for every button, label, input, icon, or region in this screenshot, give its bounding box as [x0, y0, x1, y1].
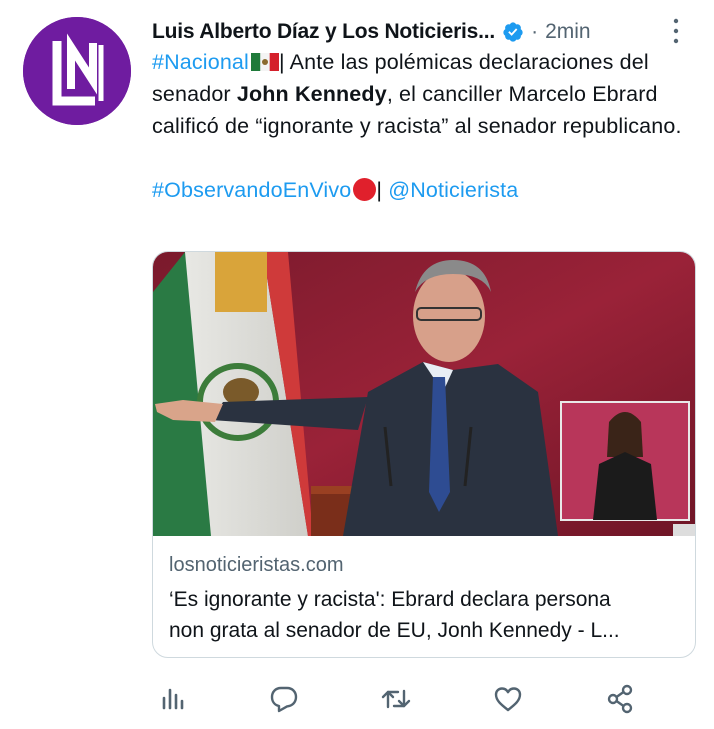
reply-button[interactable]	[264, 679, 304, 719]
red-circle-icon	[353, 178, 377, 201]
retweet-button[interactable]	[376, 679, 416, 719]
share-button[interactable]	[600, 679, 640, 719]
link-card[interactable]: losnoticieristas.com ‘Es ignorante y rac…	[152, 251, 696, 658]
tweet-time[interactable]: 2min	[545, 20, 591, 44]
tweet-header: Luis Alberto Díaz y Los Noticieris... · …	[152, 14, 694, 50]
tweet-pipe: |	[376, 178, 389, 202]
reply-icon	[270, 686, 298, 713]
views-button[interactable]	[152, 679, 192, 719]
like-icon	[494, 687, 522, 712]
like-button[interactable]	[488, 679, 528, 719]
tweet-actions	[152, 679, 694, 719]
verified-badge-icon	[503, 22, 523, 42]
mexico-flag-icon	[250, 53, 279, 71]
share-icon	[607, 684, 633, 714]
card-image	[153, 252, 695, 536]
more-options-icon[interactable]	[664, 16, 688, 46]
card-domain: losnoticieristas.com	[169, 554, 344, 576]
card-title: ‘Es ignorante y racista': Ebrard declara…	[169, 584, 689, 646]
tweet-bold-name: John Kennedy	[236, 82, 387, 106]
card-title-line: non grata al senador de EU, Jonh Kennedy…	[169, 619, 620, 642]
mention-noticierista[interactable]: @Noticierista	[388, 178, 518, 202]
hashtag-nacional[interactable]: #Nacional	[152, 50, 249, 74]
tweet-text: #Nacional | Ante las polémicas declaraci…	[152, 46, 692, 206]
analytics-icon	[162, 688, 184, 710]
separator-dot: ·	[531, 20, 539, 43]
hashtag-observando[interactable]: #ObservandoEnVivo	[152, 178, 351, 202]
card-body: losnoticieristas.com ‘Es ignorante y rac…	[153, 536, 695, 657]
author-name[interactable]: Luis Alberto Díaz y Los Noticieris...	[152, 20, 495, 44]
card-title-line: ‘Es ignorante y racista': Ebrard declara…	[169, 588, 611, 611]
ln-logo-icon	[23, 17, 131, 125]
retweet-icon	[381, 689, 411, 709]
avatar[interactable]	[23, 17, 131, 125]
